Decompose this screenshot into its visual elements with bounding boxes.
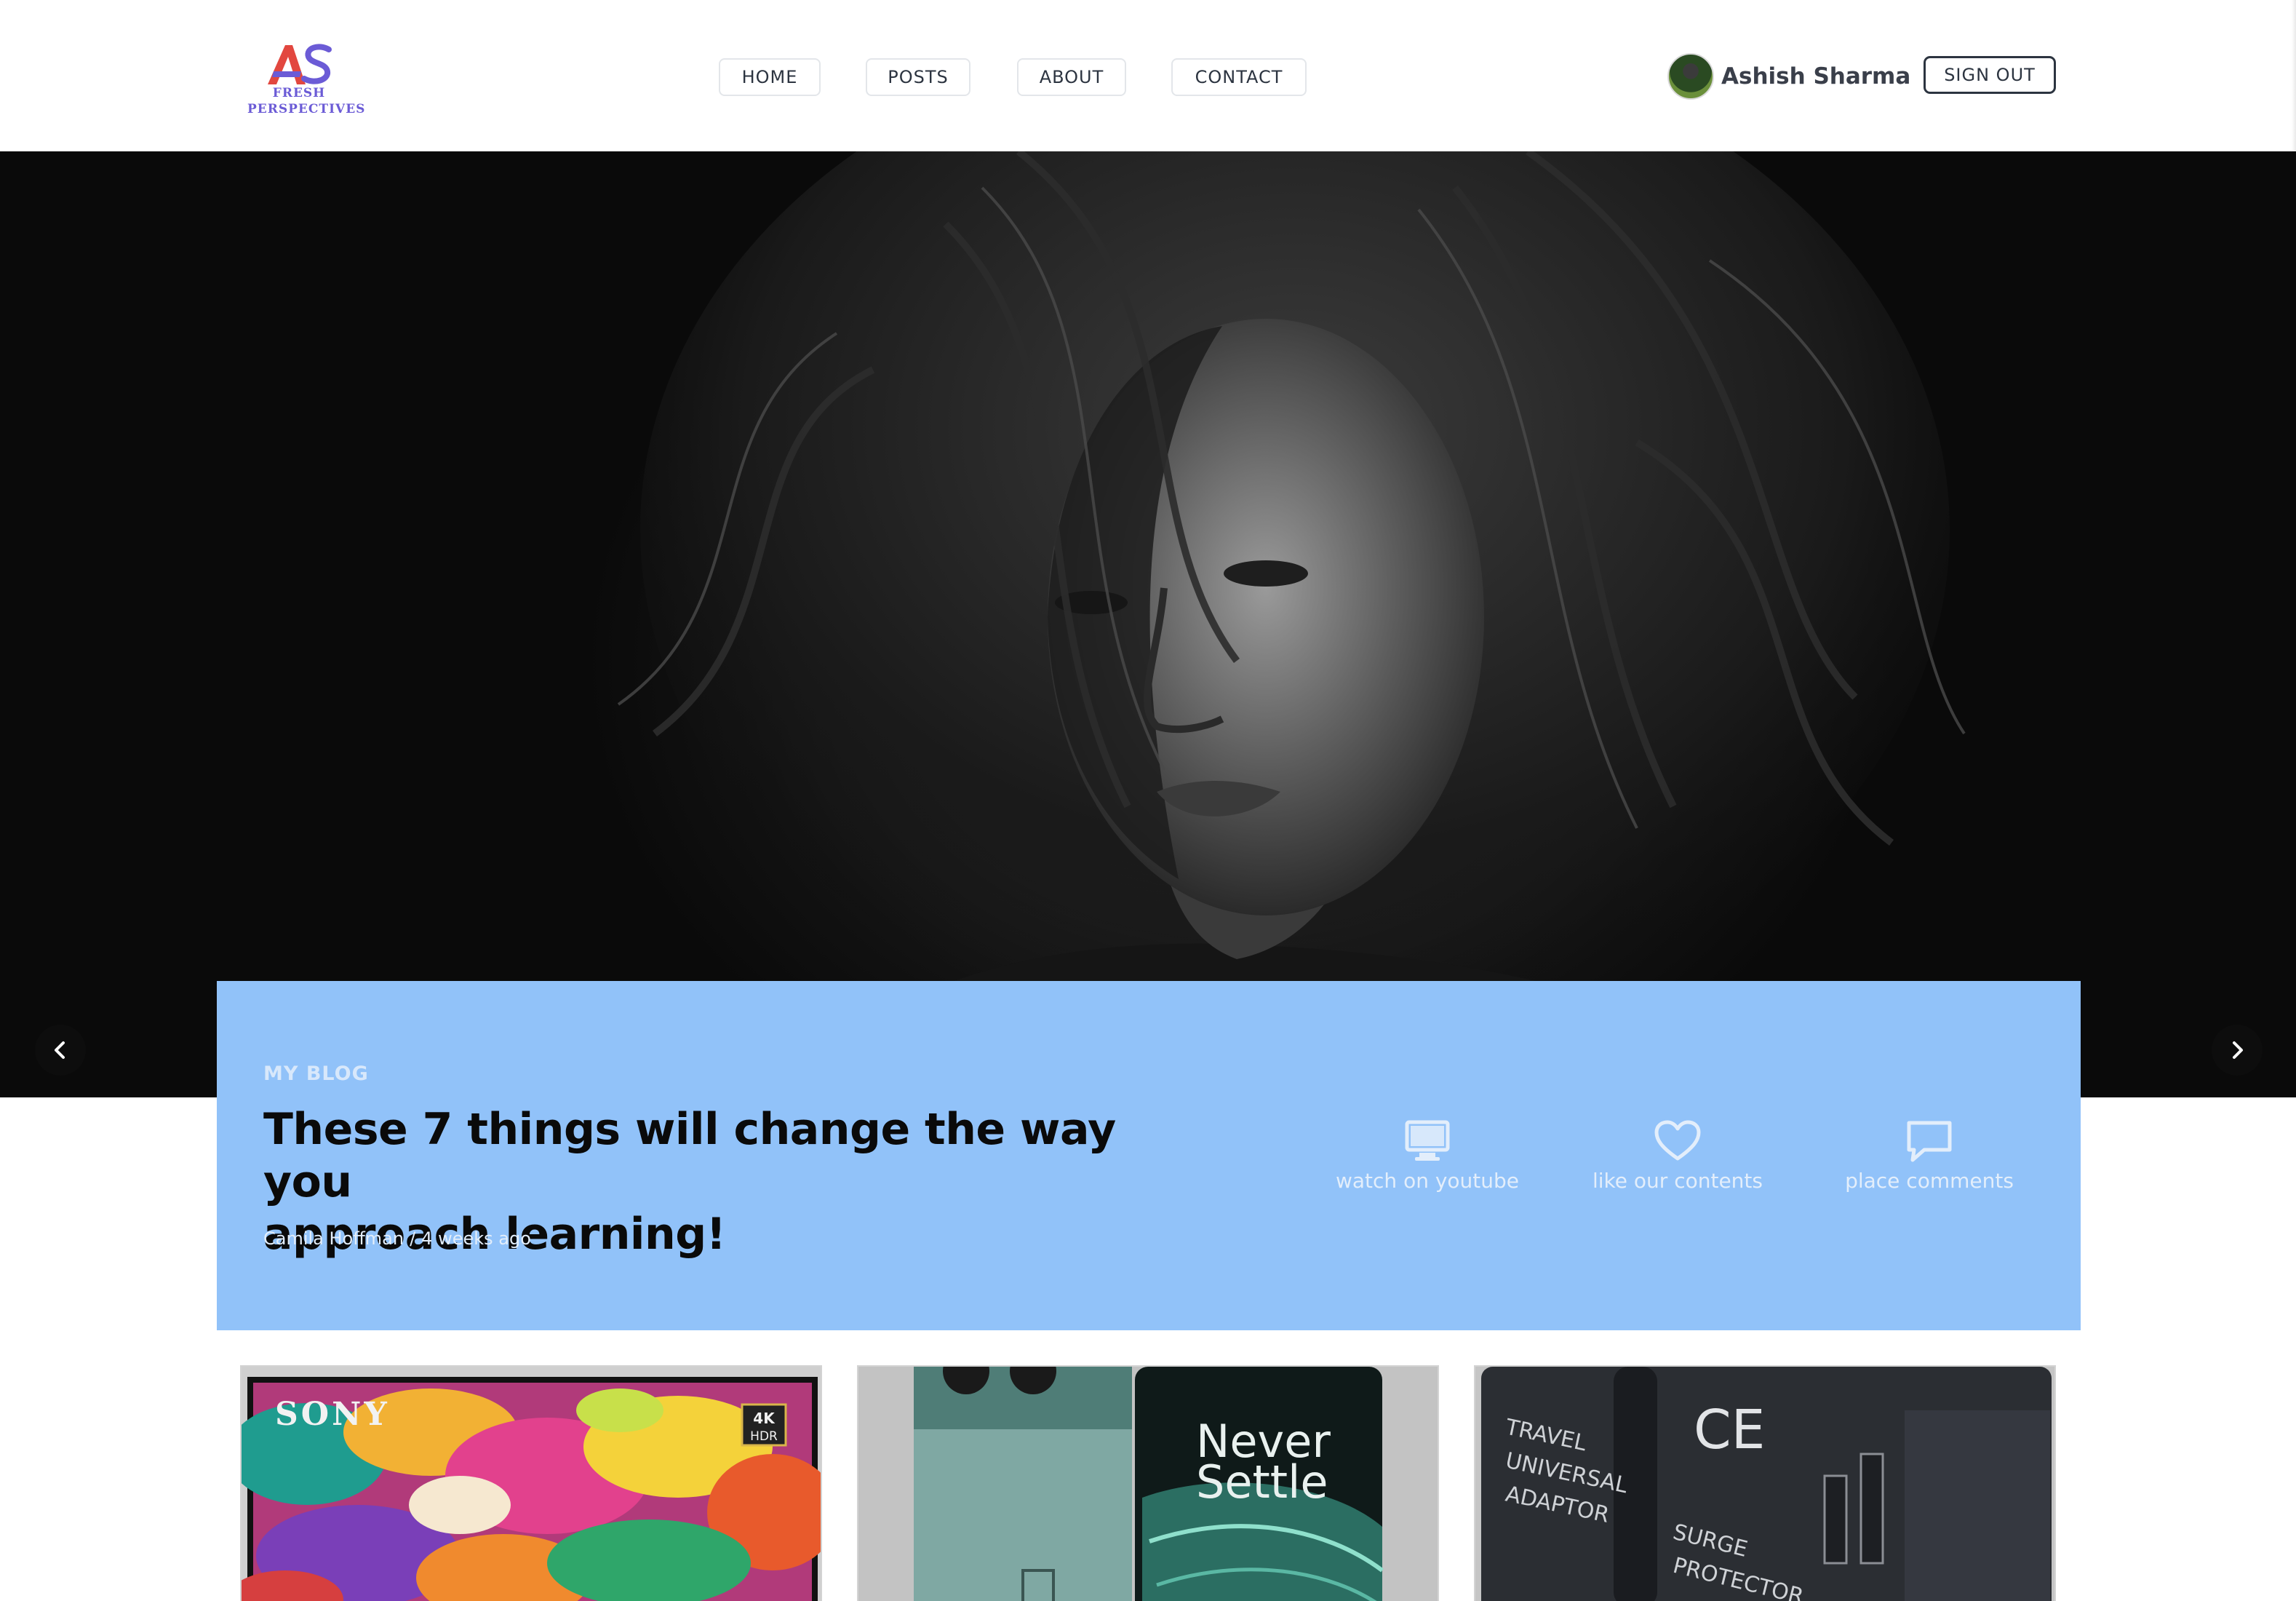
heart-icon	[1654, 1120, 1701, 1161]
post-card-tv[interactable]: SONY 4K HDR	[240, 1365, 822, 1601]
place-comments-action[interactable]: place comments	[1813, 1119, 2046, 1193]
user-name[interactable]: Ashish Sharma	[1721, 63, 1910, 90]
card-adaptor-mark: CE	[1694, 1399, 1765, 1461]
chevron-right-icon	[2233, 1041, 2243, 1059]
nav-posts-button[interactable]: POSTS	[866, 58, 970, 96]
card-tv-badge-top: 4K	[753, 1410, 776, 1427]
comment-icon	[1907, 1121, 1952, 1162]
nav-about-button[interactable]: ABOUT	[1017, 58, 1126, 96]
nav-home-button[interactable]: HOME	[719, 58, 821, 96]
card-tv-brand: SONY	[275, 1396, 390, 1433]
post-byline: Camila Hoffman /4 weeks ago	[263, 1228, 531, 1249]
chevron-left-icon	[55, 1041, 65, 1059]
hero-image	[617, 151, 1966, 1097]
carousel-prev-button[interactable]	[35, 1025, 86, 1076]
post-card-phone[interactable]: Never Settle	[857, 1365, 1439, 1601]
post-title-line-1: These 7 things will change the way you	[263, 1104, 1116, 1207]
monitor-icon	[1405, 1120, 1450, 1161]
user-profile[interactable]: Ashish Sharma	[1667, 52, 1910, 100]
like-contents-label: like our contents	[1593, 1169, 1763, 1193]
brand-logo[interactable]: FRESH PERSPECTIVES	[247, 39, 366, 121]
adaptor-product-image: TRAVEL UNIVERSAL ADAPTOR SURGE PROTECTOR…	[1475, 1367, 2054, 1601]
brand-line-1: FRESH	[272, 86, 326, 100]
featured-post-card[interactable]: MY BLOG These 7 things will change the w…	[217, 981, 2081, 1330]
carousel-next-button[interactable]	[2212, 1025, 2263, 1076]
brand-line-2: PERSPECTIVES	[247, 102, 366, 116]
byline-separator: /	[410, 1228, 416, 1249]
nav-contact-button[interactable]: CONTACT	[1171, 58, 1307, 96]
scrollbar-edge	[2292, 0, 2296, 151]
like-contents-action[interactable]: like our contents	[1561, 1119, 1794, 1193]
post-card-adaptor[interactable]: TRAVEL UNIVERSAL ADAPTOR SURGE PROTECTOR…	[1474, 1365, 2056, 1601]
sign-out-button[interactable]: SIGN OUT	[1924, 56, 2056, 94]
phone-product-image: Never Settle	[858, 1367, 1438, 1601]
brand-logo-mark	[268, 44, 332, 84]
tv-product-image: SONY 4K HDR	[242, 1367, 821, 1601]
hero-carousel	[0, 151, 2296, 1097]
place-comments-label: place comments	[1845, 1169, 2014, 1193]
avatar[interactable]	[1667, 53, 1714, 100]
site-header: FRESH PERSPECTIVES HOME POSTS ABOUT CONT…	[0, 0, 2296, 151]
post-author[interactable]: Camila Hoffman	[263, 1228, 404, 1249]
card-tv-badge-bottom: HDR	[750, 1429, 778, 1444]
post-category[interactable]: MY BLOG	[263, 1062, 369, 1085]
watch-youtube-label: watch on youtube	[1335, 1169, 1520, 1193]
watch-youtube-action[interactable]: watch on youtube	[1311, 1119, 1544, 1193]
card-phone-tagline-2: Settle	[1196, 1455, 1328, 1509]
post-time: 4 weeks ago	[421, 1228, 531, 1249]
